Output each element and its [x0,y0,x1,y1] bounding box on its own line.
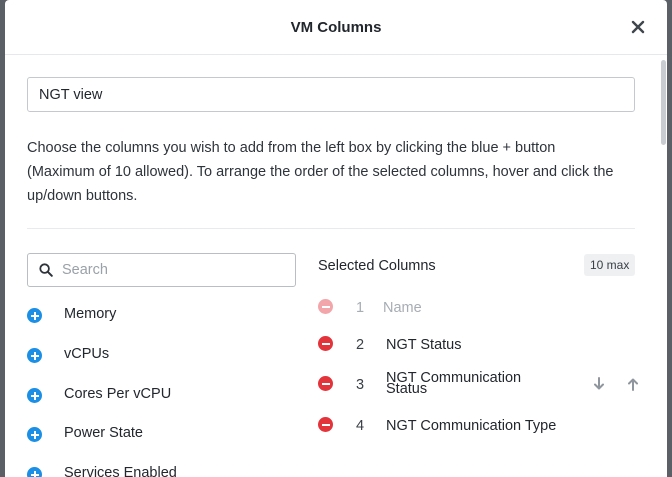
plus-circle-icon[interactable] [27,467,42,477]
row-index: 2 [356,337,365,353]
row-index: 1 [356,300,365,316]
move-down-icon[interactable] [592,376,606,392]
max-badge: 10 max [584,254,636,276]
row-label: NGT Communication Status [386,370,522,397]
minus-circle-icon[interactable] [318,417,333,432]
plus-circle-icon[interactable] [27,427,42,442]
row-index: 3 [356,377,365,393]
available-column-label: Cores Per vCPU [64,386,172,402]
selected-column-row[interactable]: 3 NGT Communication Status [318,369,640,409]
selected-column-row: 1 Name [318,292,640,332]
minus-circle-icon [318,299,333,314]
minus-circle-icon[interactable] [318,336,333,351]
scrollbar[interactable] [661,60,666,145]
available-column-vcpus[interactable]: vCPUs [27,344,296,366]
move-up-icon[interactable] [626,376,640,392]
search-icon [39,263,53,277]
plus-circle-icon[interactable] [27,348,42,363]
selected-column-row[interactable]: 4 NGT Communication Type [318,410,640,450]
available-column-memory[interactable]: Memory [27,304,296,326]
plus-circle-icon[interactable] [27,308,42,323]
available-column-power-state[interactable]: Power State [27,423,296,445]
row-label: Name [383,300,422,316]
available-column-label: Services Enabled [64,465,177,477]
available-column-services-enabled[interactable]: Services Enabled [27,463,296,477]
search-input[interactable] [62,255,287,285]
available-column-label: Power State [64,425,143,441]
view-name-input[interactable] [27,77,635,112]
selected-column-row[interactable]: 2 NGT Status [318,329,640,369]
row-label: NGT Communication Type [386,418,557,434]
minus-circle-icon[interactable] [318,376,333,391]
divider [27,228,635,229]
available-column-label: Memory [64,306,117,322]
row-label: NGT Status [386,337,462,353]
plus-circle-icon[interactable] [27,388,42,403]
dialog-title: VM Columns [290,19,382,36]
available-column-label: vCPUs [64,346,110,362]
selected-columns-title: Selected Columns [318,258,436,274]
dialog-body: Choose the columns you wish to add from … [5,56,667,477]
search-box[interactable] [27,253,296,287]
dialog-header: VM Columns [5,0,667,55]
instructions-text: Choose the columns you wish to add from … [27,140,614,204]
close-icon[interactable] [629,18,647,36]
available-column-cores-per-vcpu[interactable]: Cores Per vCPU [27,384,296,406]
row-index: 4 [356,418,365,434]
vm-columns-dialog: VM Columns Choose the columns you wish t… [5,0,667,477]
